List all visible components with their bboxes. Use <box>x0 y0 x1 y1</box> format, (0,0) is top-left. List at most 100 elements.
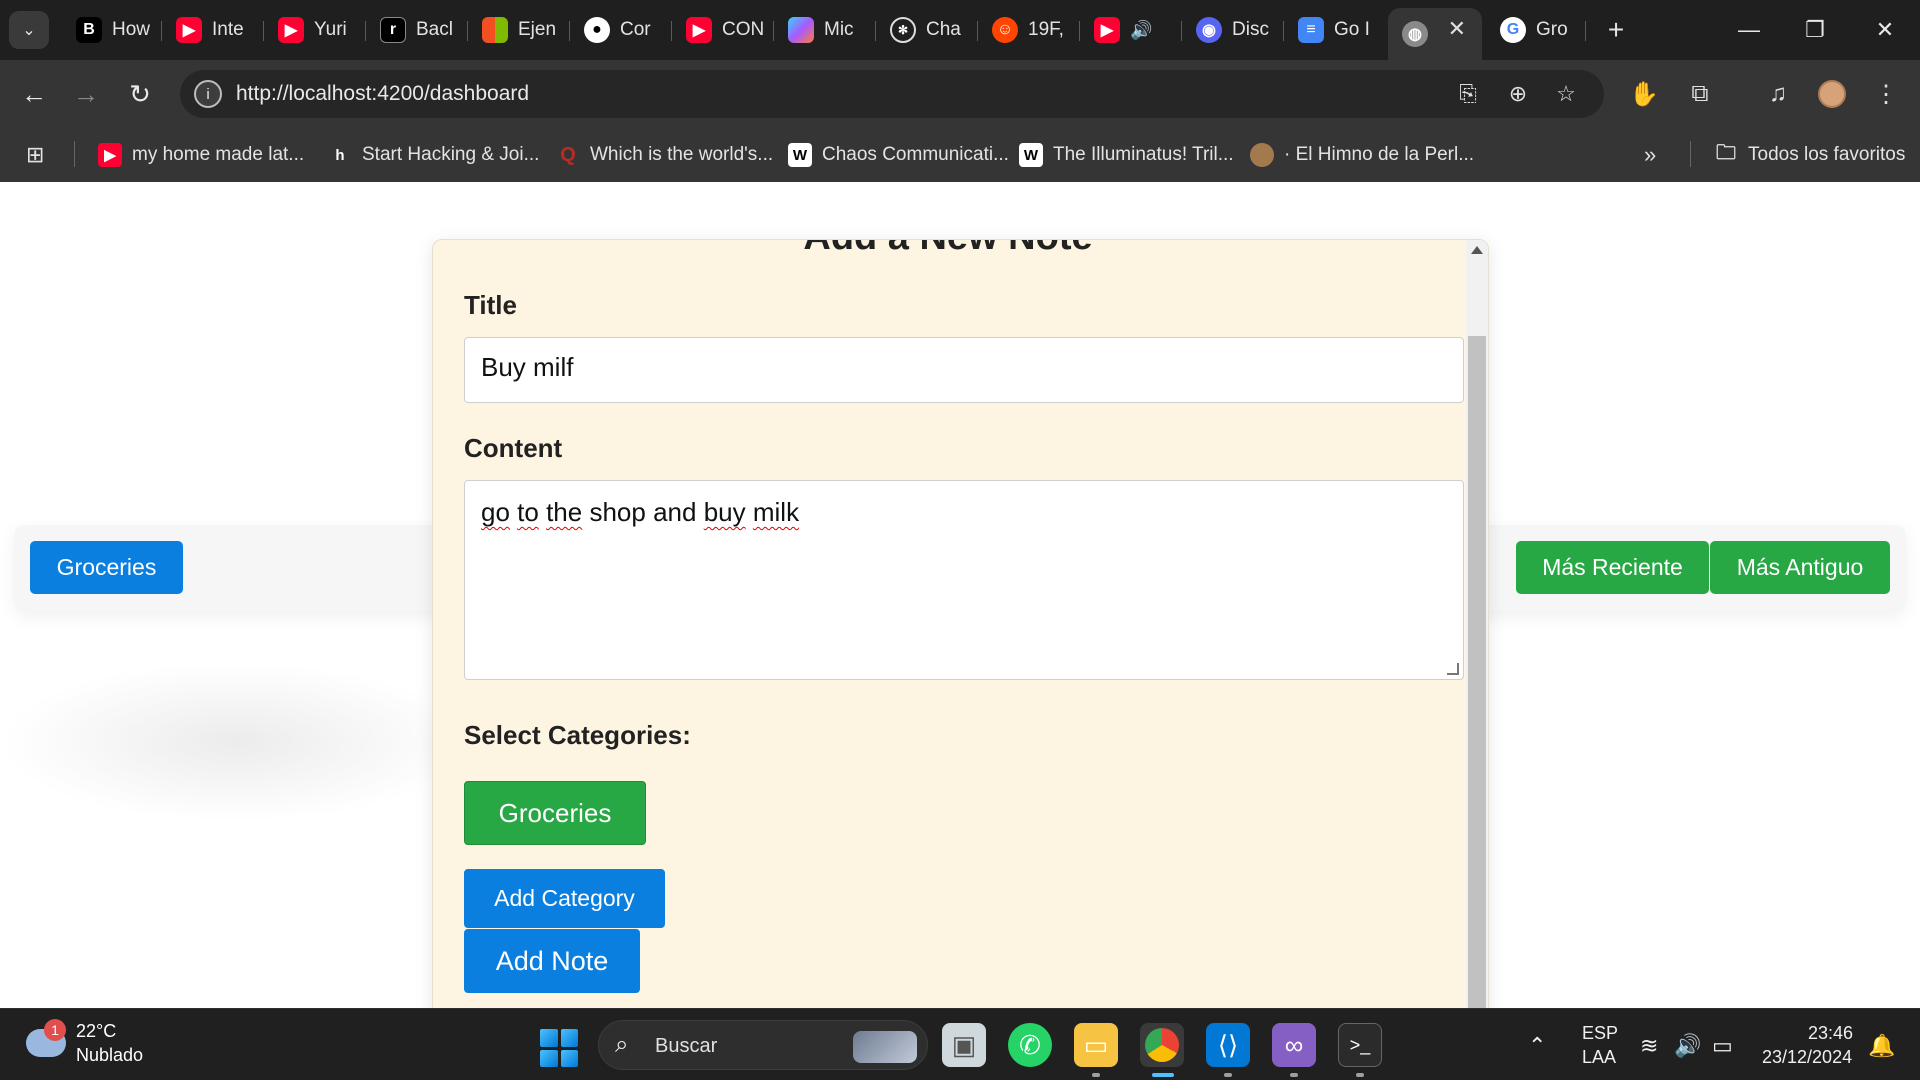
add-note-button[interactable]: Add Note <box>464 929 640 993</box>
tab-label: Gro <box>1536 19 1568 40</box>
clock-date[interactable]: 23/12/2024 <box>1762 1047 1852 1068</box>
volume-icon[interactable]: 🔊 <box>1674 1033 1701 1059</box>
tab-item[interactable]: Ejen <box>468 8 570 52</box>
sort-oldest-button[interactable]: Más Antiguo <box>1710 541 1890 594</box>
category-toggle-groceries[interactable]: Groceries <box>464 781 646 845</box>
bookmark-item[interactable]: · El Himno de la Perl... <box>1250 140 1474 170</box>
minimize-button[interactable]: — <box>1724 10 1774 50</box>
content-word: buy <box>703 497 746 527</box>
file-explorer-icon[interactable]: ▭ <box>1074 1023 1118 1067</box>
content-word: milk <box>752 497 800 527</box>
tab-strip: ⌄ B How ▶ Inte ▶ Yuri r Bacl Ejen ● Cor … <box>0 0 1920 60</box>
modal-title: Add a New Note <box>433 240 1463 259</box>
close-window-button[interactable]: ✕ <box>1860 10 1910 50</box>
tab-item[interactable]: ▶ Inte <box>162 8 264 52</box>
bookmark-label: my home made lat... <box>132 144 305 165</box>
title-input[interactable]: Buy milf <box>464 337 1464 403</box>
reddit-icon: ☺ <box>992 17 1018 43</box>
avatar-icon <box>1250 143 1274 167</box>
sort-newest-button[interactable]: Más Reciente <box>1516 541 1709 594</box>
bookmark-label: Start Hacking & Joi... <box>362 144 540 165</box>
content-word: the <box>546 497 583 527</box>
translate-icon[interactable]: ⎘ <box>1452 78 1484 110</box>
bookmark-item[interactable]: W Chaos Communicati... <box>788 140 1009 170</box>
language-text[interactable]: ESP <box>1582 1023 1618 1044</box>
bookmark-label: Chaos Communicati... <box>822 144 1009 165</box>
tab-item[interactable]: r Bacl <box>366 8 468 52</box>
clock-time[interactable]: 23:46 <box>1808 1023 1853 1044</box>
bookmark-item[interactable]: h Start Hacking & Joi... <box>328 140 539 170</box>
apps-grid-icon[interactable]: ⊞ <box>26 140 44 170</box>
back-button[interactable]: ← <box>14 74 54 114</box>
tab-item-active[interactable]: ◍ ✕ <box>1388 8 1482 60</box>
tab-label: Yuri <box>314 19 347 40</box>
tab-label: Mic <box>824 19 854 40</box>
chrome-icon[interactable] <box>1140 1023 1184 1067</box>
address-bar[interactable]: i http://localhost:4200/dashboard ⎘ ⊕ ☆ <box>180 70 1604 118</box>
tab-item[interactable]: ≡ Go I <box>1284 8 1386 52</box>
new-tab-button[interactable]: + <box>1598 12 1634 48</box>
youtube-icon: ▶ <box>278 17 304 43</box>
whatsapp-icon[interactable]: ✆ <box>1008 1023 1052 1067</box>
scroll-up-arrow-icon[interactable] <box>1471 246 1483 254</box>
modal-scrollbar[interactable] <box>1466 240 1488 1008</box>
chevron-up-icon[interactable]: ⌃ <box>1528 1033 1546 1059</box>
h-logo-icon: h <box>335 146 345 164</box>
category-filter-button[interactable]: Groceries <box>30 541 183 594</box>
tab-item[interactable]: G Gro <box>1486 8 1586 52</box>
app-running-indicator <box>1092 1073 1100 1077</box>
media-control-icon[interactable]: ♫ <box>1758 74 1798 114</box>
notification-bell-icon[interactable]: 🔔 <box>1868 1033 1895 1059</box>
extension-stop-icon[interactable]: ✋ <box>1624 74 1664 114</box>
tab-item[interactable]: Mic <box>774 8 876 52</box>
info-icon[interactable]: i <box>194 80 222 108</box>
avatar[interactable] <box>1812 74 1852 114</box>
taskbar-search[interactable]: ⌕ Buscar <box>598 1020 928 1070</box>
bold-b-icon: B <box>76 17 102 43</box>
github-icon: ● <box>584 17 610 43</box>
discord-icon: ◉ <box>1196 17 1222 43</box>
resize-handle[interactable] <box>1447 663 1459 675</box>
copilot-icon <box>788 17 814 43</box>
extensions-puzzle-icon[interactable]: ⧉ <box>1680 74 1720 114</box>
bookmark-item[interactable]: W The Illuminatus! Tril... <box>1019 140 1234 170</box>
bookmark-item[interactable]: Q Which is the world's... <box>556 140 773 170</box>
tab-search-button[interactable]: ⌄ <box>9 11 49 49</box>
tab-item[interactable]: ☺ 19F, <box>978 8 1080 52</box>
weather-condition-text: Nublado <box>76 1045 144 1065</box>
bookmarks-divider <box>1690 141 1691 167</box>
terminal-icon[interactable]: >_ <box>1338 1023 1382 1067</box>
vscode-icon[interactable]: ⟨⟩ <box>1206 1023 1250 1067</box>
task-view-icon[interactable]: ▣ <box>942 1023 986 1067</box>
all-bookmarks-folder[interactable]: 🗀 Todos los favoritos <box>1714 140 1905 170</box>
tab-item[interactable]: B How <box>62 8 162 52</box>
url-text[interactable]: http://localhost:4200/dashboard <box>236 82 529 106</box>
battery-icon[interactable]: ▭ <box>1712 1033 1733 1059</box>
tab-item[interactable]: ● Cor <box>570 8 672 52</box>
forward-button[interactable]: → <box>66 74 106 114</box>
scroll-thumb[interactable] <box>1468 336 1486 1008</box>
tab-item[interactable]: ▶ CON <box>672 8 774 52</box>
folder-icon: 🗀 <box>1716 142 1736 164</box>
menu-kebab-icon[interactable]: ⋮ <box>1866 74 1906 114</box>
wifi-icon[interactable]: ≋ <box>1640 1033 1658 1059</box>
bookmark-item[interactable]: ▶ my home made lat... <box>98 140 304 170</box>
keyboard-layout-text[interactable]: LAA <box>1582 1047 1616 1068</box>
tab-item[interactable]: ▶ Yuri <box>264 8 366 52</box>
visual-studio-icon[interactable]: ∞ <box>1272 1023 1316 1067</box>
add-category-button[interactable]: Add Category <box>464 869 665 928</box>
close-tab-icon[interactable]: ✕ <box>1448 16 1466 42</box>
zoom-icon[interactable]: ⊕ <box>1502 78 1534 110</box>
reload-button[interactable]: ↻ <box>120 74 160 114</box>
restore-button[interactable]: ❐ <box>1790 10 1840 50</box>
add-note-modal: Add a New Note Title Buy milf Content go… <box>432 239 1489 1008</box>
tab-item[interactable]: ▶ 🔊 <box>1080 8 1182 52</box>
content-textarea[interactable]: go to the shop and buy milk <box>464 480 1464 680</box>
star-icon[interactable]: ☆ <box>1550 78 1582 110</box>
windows-start-icon[interactable] <box>540 1029 578 1067</box>
tab-item[interactable]: ✻ Cha <box>876 8 978 52</box>
tab-item[interactable]: ◉ Disc <box>1182 8 1284 52</box>
youtube-icon: ▶ <box>98 143 122 167</box>
bookmarks-overflow-button[interactable]: » <box>1644 140 1656 170</box>
background-shadow <box>0 662 470 822</box>
